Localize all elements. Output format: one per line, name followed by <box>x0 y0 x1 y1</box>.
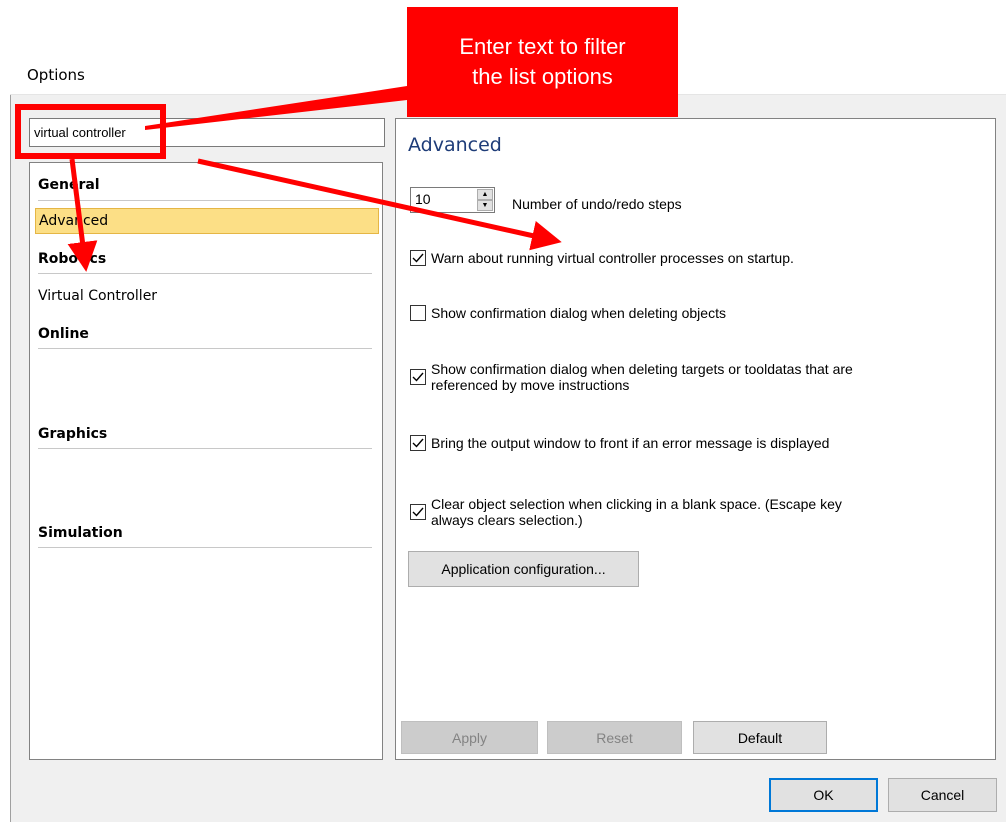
section-header-robotics[interactable]: Robotics <box>38 251 106 267</box>
section-divider <box>38 273 372 274</box>
clear-selection-option[interactable]: Clear object selection when clicking in … <box>410 496 842 528</box>
check-label-line: referenced by move instructions <box>431 377 630 393</box>
options-tree: General Advanced Robotics Virtual Contro… <box>29 162 383 760</box>
checkmark-icon <box>412 253 424 263</box>
checkbox[interactable] <box>410 369 426 385</box>
section-divider <box>38 448 372 449</box>
check-label: Show confirmation dialog when deleting o… <box>431 305 726 321</box>
nav-item-virtual-controller[interactable]: Virtual Controller <box>35 284 379 310</box>
checkbox[interactable] <box>410 504 426 520</box>
undo-steps-spinner[interactable]: 10 ▲ ▼ <box>410 187 495 213</box>
check-label: Clear object selection when clicking in … <box>431 496 842 528</box>
cancel-button[interactable]: Cancel <box>888 778 997 812</box>
default-button[interactable]: Default <box>693 721 827 754</box>
section-header-simulation[interactable]: Simulation <box>38 525 123 541</box>
section-header-graphics[interactable]: Graphics <box>38 426 107 442</box>
check-label-line: Clear object selection when clicking in … <box>431 496 842 512</box>
spin-down-icon[interactable]: ▼ <box>477 200 493 211</box>
annotation-line: the list options <box>472 64 613 89</box>
check-label-line: always clears selection.) <box>431 512 583 528</box>
check-label: Show confirmation dialog when deleting t… <box>431 361 853 393</box>
section-header-general[interactable]: General <box>38 177 100 193</box>
application-configuration-button[interactable]: Application configuration... <box>408 551 639 587</box>
confirm-delete-objects-option[interactable]: Show confirmation dialog when deleting o… <box>410 305 726 321</box>
checkbox[interactable] <box>410 435 426 451</box>
checkmark-icon <box>412 372 424 382</box>
checkbox[interactable] <box>410 250 426 266</box>
output-window-front-option[interactable]: Bring the output window to front if an e… <box>410 435 829 451</box>
undo-steps-label: Number of undo/redo steps <box>512 196 682 212</box>
annotation-highlight-box <box>15 104 166 159</box>
spin-up-icon[interactable]: ▲ <box>477 189 493 200</box>
warn-vc-processes-option[interactable]: Warn about running virtual controller pr… <box>410 250 794 266</box>
dialog-title: Options <box>27 66 85 84</box>
check-label: Bring the output window to front if an e… <box>431 435 830 451</box>
checkbox[interactable] <box>410 305 426 321</box>
section-divider <box>38 547 372 548</box>
check-label-line: Show confirmation dialog when deleting t… <box>431 361 853 377</box>
confirm-delete-targets-option[interactable]: Show confirmation dialog when deleting t… <box>410 361 853 393</box>
section-header-online[interactable]: Online <box>38 326 89 342</box>
check-label: Warn about running virtual controller pr… <box>431 250 794 266</box>
settings-panel: Advanced 10 ▲ ▼ Number of undo/redo step… <box>395 118 996 760</box>
section-divider <box>38 200 372 201</box>
annotation-callout: Enter text to filter the list options <box>407 7 678 117</box>
checkmark-icon <box>412 507 424 517</box>
checkmark-icon <box>412 438 424 448</box>
ok-button[interactable]: OK <box>769 778 878 812</box>
page-title: Advanced <box>408 134 502 156</box>
section-divider <box>38 348 372 349</box>
reset-button[interactable]: Reset <box>547 721 682 754</box>
annotation-line: Enter text to filter <box>459 34 626 59</box>
apply-button[interactable]: Apply <box>401 721 538 754</box>
undo-steps-value[interactable]: 10 <box>415 191 431 207</box>
nav-item-advanced[interactable]: Advanced <box>35 208 379 234</box>
